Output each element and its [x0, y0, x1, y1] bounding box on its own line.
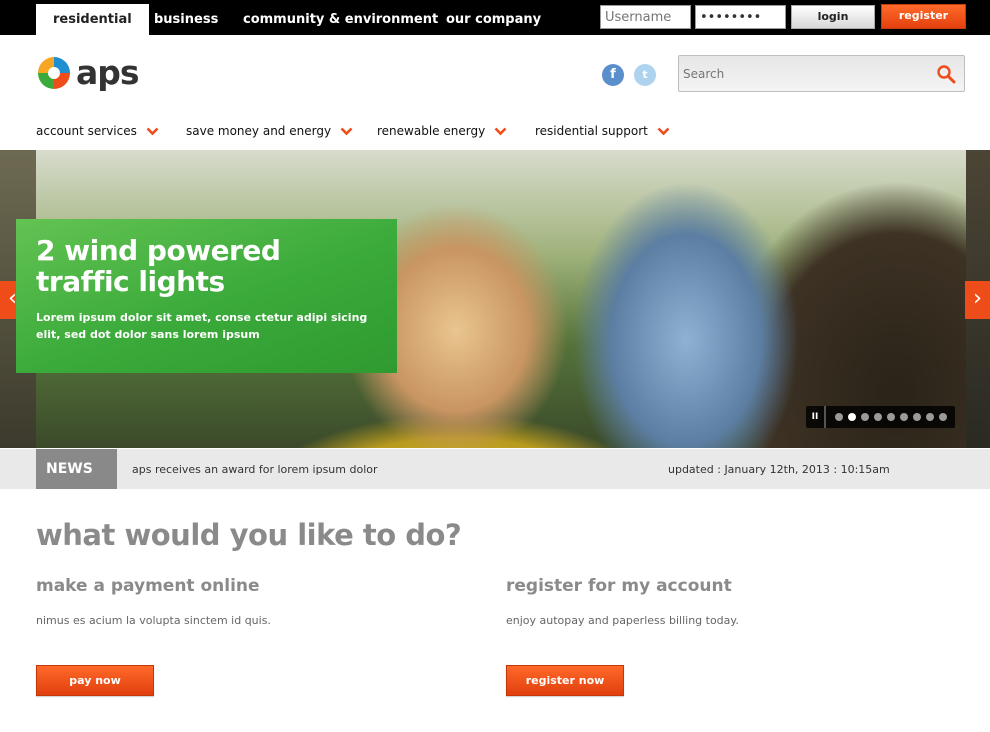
register-button[interactable]: register [881, 4, 966, 29]
tab-residential[interactable]: residential [36, 4, 149, 35]
news-label: NEWS [36, 449, 117, 489]
chevron-down-icon [146, 127, 159, 135]
nav-account-services[interactable]: account services [36, 122, 159, 140]
slider-controls: II [806, 406, 955, 428]
nav-renewable-energy[interactable]: renewable energy [377, 122, 507, 140]
nav-save-money-energy[interactable]: save money and energy [186, 122, 353, 140]
news-updated: updated : January 12th, 2013 : 10:15am [668, 463, 890, 476]
nav-label: renewable energy [377, 124, 486, 138]
slider-dot[interactable] [848, 413, 856, 421]
aps-logo-icon [38, 57, 70, 89]
slider-dot[interactable] [887, 413, 895, 421]
search-input[interactable] [683, 64, 923, 84]
login-button[interactable]: login [791, 5, 875, 29]
logo-text: aps [76, 53, 140, 92]
nav-label: residential support [535, 124, 648, 138]
hero-promo-box[interactable]: 2 wind powered traffic lights Lorem ipsu… [16, 219, 397, 373]
slider-dot[interactable] [874, 413, 882, 421]
payment-title: make a payment online [36, 576, 260, 596]
register-now-button[interactable]: register now [506, 665, 624, 696]
tab-community-environment[interactable]: community & environment [226, 4, 455, 35]
pay-now-button[interactable]: pay now [36, 665, 154, 696]
chevron-down-icon [657, 127, 670, 135]
slider-dot[interactable] [926, 413, 934, 421]
nav-residential-support[interactable]: residential support [535, 122, 670, 140]
username-input[interactable] [600, 5, 691, 29]
search-icon[interactable] [936, 64, 956, 84]
news-headline[interactable]: aps receives an award for lorem ipsum do… [132, 463, 378, 476]
twitter-icon[interactable]: t [634, 64, 656, 86]
register-account-title: register for my account [506, 576, 732, 596]
aps-logo[interactable]: aps [36, 53, 140, 92]
chevron-down-icon [494, 127, 507, 135]
slider-dot[interactable] [900, 413, 908, 421]
hero-title: 2 wind powered traffic lights [36, 234, 281, 298]
tab-business[interactable]: business [137, 4, 235, 35]
slider-dot[interactable] [835, 413, 843, 421]
facebook-icon[interactable]: f [602, 64, 624, 86]
slider-dot[interactable] [939, 413, 947, 421]
nav-label: account services [36, 124, 137, 138]
tab-our-company[interactable]: our company [429, 4, 558, 35]
search-box [678, 55, 965, 92]
slider-dot[interactable] [913, 413, 921, 421]
slider-next-button[interactable]: › [965, 281, 990, 319]
nav-label: save money and energy [186, 124, 332, 138]
chevron-down-icon [340, 127, 353, 135]
hero-text: Lorem ipsum dolor sit amet, conse ctetur… [36, 311, 368, 341]
password-input[interactable] [695, 5, 786, 29]
pause-button[interactable]: II [806, 406, 826, 428]
payment-text: nimus es acium la volupta sinctem id qui… [36, 614, 271, 627]
register-account-text: enjoy autopay and paperless billing toda… [506, 614, 739, 627]
section-title: what would you like to do? [36, 518, 462, 552]
slider-dot[interactable] [861, 413, 869, 421]
